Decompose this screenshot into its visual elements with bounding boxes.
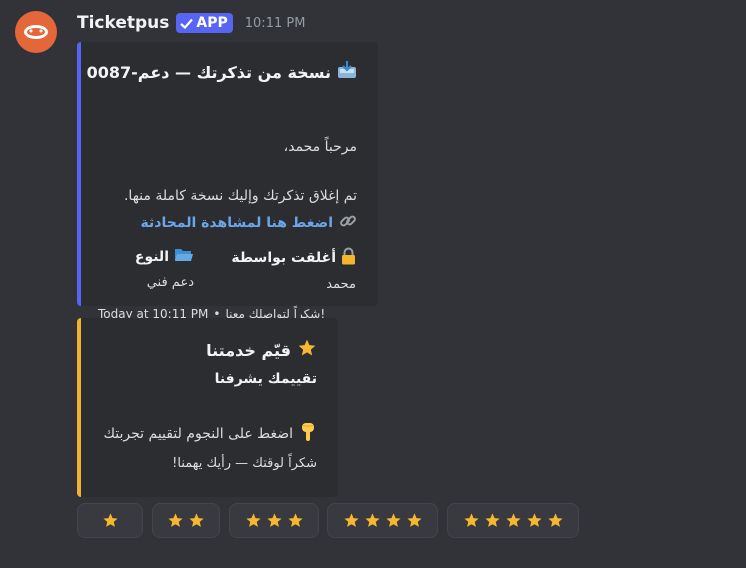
instruction-text: اضغط على النجوم لتقييم تجربتك xyxy=(103,426,293,442)
star-icon xyxy=(189,513,204,527)
star-icon xyxy=(343,513,359,527)
star-icon xyxy=(245,513,261,527)
field-value: محمد xyxy=(326,277,356,292)
rate-2-stars-button[interactable] xyxy=(152,503,220,538)
checkmark-icon xyxy=(180,18,194,29)
instruction-row: اضغط على النجوم لتقييم تجربتك xyxy=(103,422,317,446)
rate-3-stars-button[interactable] xyxy=(229,503,319,538)
star-icon xyxy=(406,513,422,527)
star-icon xyxy=(102,513,118,527)
transcript-link-row: اضغط هنا لمشاهدة المحادثة xyxy=(141,212,357,234)
app-badge-label: APP xyxy=(196,15,228,31)
rate-5-stars-button[interactable] xyxy=(447,503,579,538)
lock-icon xyxy=(341,247,356,269)
field-closed-by: أغلقت بواسطة محمد xyxy=(231,247,356,292)
transcript-link[interactable]: اضغط هنا لمشاهدة المحادثة xyxy=(141,215,333,231)
star-icon xyxy=(463,513,479,527)
inbox-tray-icon xyxy=(337,61,357,83)
transcript-embed: نسخة من تذكرتك — دعم-0087 مرحباً محمد، ت… xyxy=(77,42,378,321)
rate-4-stars-button[interactable] xyxy=(327,503,438,538)
bot-avatar[interactable] xyxy=(15,11,57,53)
message-header: Ticketpus APP 10:11 PM xyxy=(77,13,305,33)
rating-embed: قيّم خدمتنا تقييمك يشرفنا اضغط على النجو… xyxy=(77,318,338,497)
octopus-logo-icon xyxy=(24,25,48,39)
star-icon xyxy=(385,513,401,527)
star-icon xyxy=(287,513,303,527)
embed-title-text: قيّم خدمتنا xyxy=(206,340,291,360)
link-icon xyxy=(339,212,357,234)
star-icon xyxy=(505,513,521,527)
app-badge: APP xyxy=(176,13,233,33)
field-name: النوع xyxy=(134,249,169,265)
rate-1-star-button[interactable] xyxy=(77,503,143,538)
open-folder-icon xyxy=(174,247,194,267)
greeting-text: مرحباً محمد، xyxy=(283,139,357,155)
embed-title: نسخة من تذكرتك — دعم-0087 xyxy=(87,61,357,83)
field-value: دعم فني xyxy=(146,275,194,290)
username[interactable]: Ticketpus xyxy=(77,13,169,33)
star-icon xyxy=(484,513,500,527)
star-icon xyxy=(364,513,380,527)
embed-title-text: نسخة من تذكرتك — دعم-0087 xyxy=(86,62,331,82)
field-type: النوع دعم فني xyxy=(135,247,194,290)
star-icon xyxy=(526,513,542,527)
star-icon xyxy=(266,513,282,527)
star-icon xyxy=(297,338,317,362)
message-timestamp: 10:11 PM xyxy=(244,15,306,31)
embed-title: قيّم خدمتنا xyxy=(206,338,317,362)
star-icon xyxy=(547,513,563,527)
field-name: أغلقت بواسطة xyxy=(231,250,336,266)
pointing-down-hand-icon xyxy=(299,422,317,446)
embed-subtitle: تقييمك يشرفنا xyxy=(214,371,317,387)
star-icon xyxy=(168,513,183,527)
embed-footer: شكراً لوقتك — رأيك يهمنا! xyxy=(172,456,317,471)
description-text: تم إغلاق تذكرتك وإليك نسخة كاملة منها. xyxy=(123,188,357,204)
